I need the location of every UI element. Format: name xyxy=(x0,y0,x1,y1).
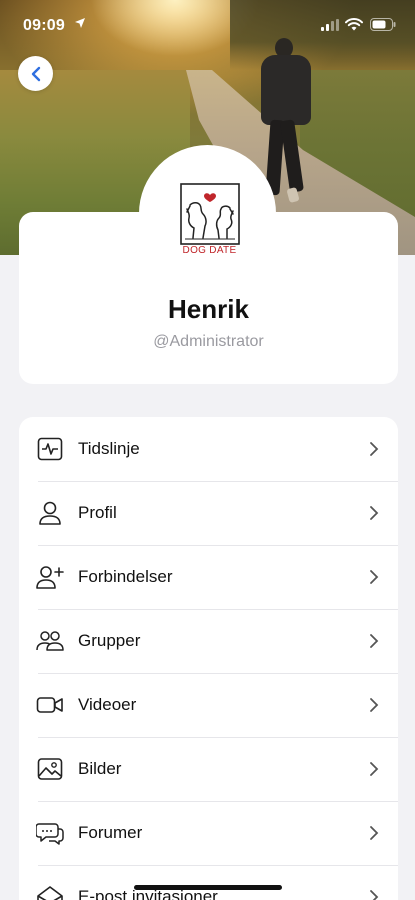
profile-handle: @Administrator xyxy=(153,333,264,350)
chevron-right-icon xyxy=(370,890,379,900)
signal-icon xyxy=(321,19,339,31)
image-icon xyxy=(36,755,64,783)
location-arrow-icon xyxy=(75,18,85,28)
chevron-right-icon xyxy=(370,442,379,456)
chevron-right-icon xyxy=(370,826,379,840)
group-icon xyxy=(36,627,64,655)
add-user-icon xyxy=(36,563,64,591)
menu-item-videoer[interactable]: Videoer xyxy=(19,673,398,737)
home-indicator[interactable] xyxy=(134,885,282,890)
activity-icon xyxy=(36,435,64,463)
chevron-right-icon xyxy=(370,634,379,648)
menu-item-label: Forbindelser xyxy=(78,567,173,586)
menu-item-label: Forumer xyxy=(78,823,143,842)
profile-menu: Tidslinje Profil Forbindelser Grupper Vi… xyxy=(19,417,398,900)
menu-item-e-post-invitasjoner[interactable]: E-post invitasjoner xyxy=(19,865,398,900)
menu-item-label: Grupper xyxy=(78,631,141,650)
menu-item-bilder[interactable]: Bilder xyxy=(19,737,398,801)
menu-item-forumer[interactable]: Forumer xyxy=(19,801,398,865)
chevron-left-icon xyxy=(31,66,40,81)
chevron-right-icon xyxy=(370,570,379,584)
logo-text: DOG DATE xyxy=(182,245,237,256)
menu-item-label: Tidslinje xyxy=(78,439,140,458)
menu-item-label: Bilder xyxy=(78,759,122,778)
menu-item-label: Profil xyxy=(78,503,117,522)
menu-item-tidslinje[interactable]: Tidslinje xyxy=(19,417,398,481)
forum-icon xyxy=(36,819,64,847)
wifi-icon xyxy=(345,18,363,31)
profile-name: Henrik xyxy=(168,294,249,324)
menu-item-profil[interactable]: Profil xyxy=(19,481,398,545)
chevron-right-icon xyxy=(370,506,379,520)
chevron-right-icon xyxy=(370,698,379,712)
status-bar: 09:09 xyxy=(0,0,415,50)
battery-icon xyxy=(370,18,396,31)
menu-item-label: Videoer xyxy=(78,695,137,714)
chevron-right-icon xyxy=(370,762,379,776)
back-button[interactable] xyxy=(18,56,53,91)
video-icon xyxy=(36,691,64,719)
status-time: 09:09 xyxy=(23,17,65,34)
dog-date-logo xyxy=(180,183,240,245)
menu-item-grupper[interactable]: Grupper xyxy=(19,609,398,673)
mail-icon xyxy=(36,883,64,900)
menu-item-forbindelser[interactable]: Forbindelser xyxy=(19,545,398,609)
user-icon xyxy=(36,499,64,527)
